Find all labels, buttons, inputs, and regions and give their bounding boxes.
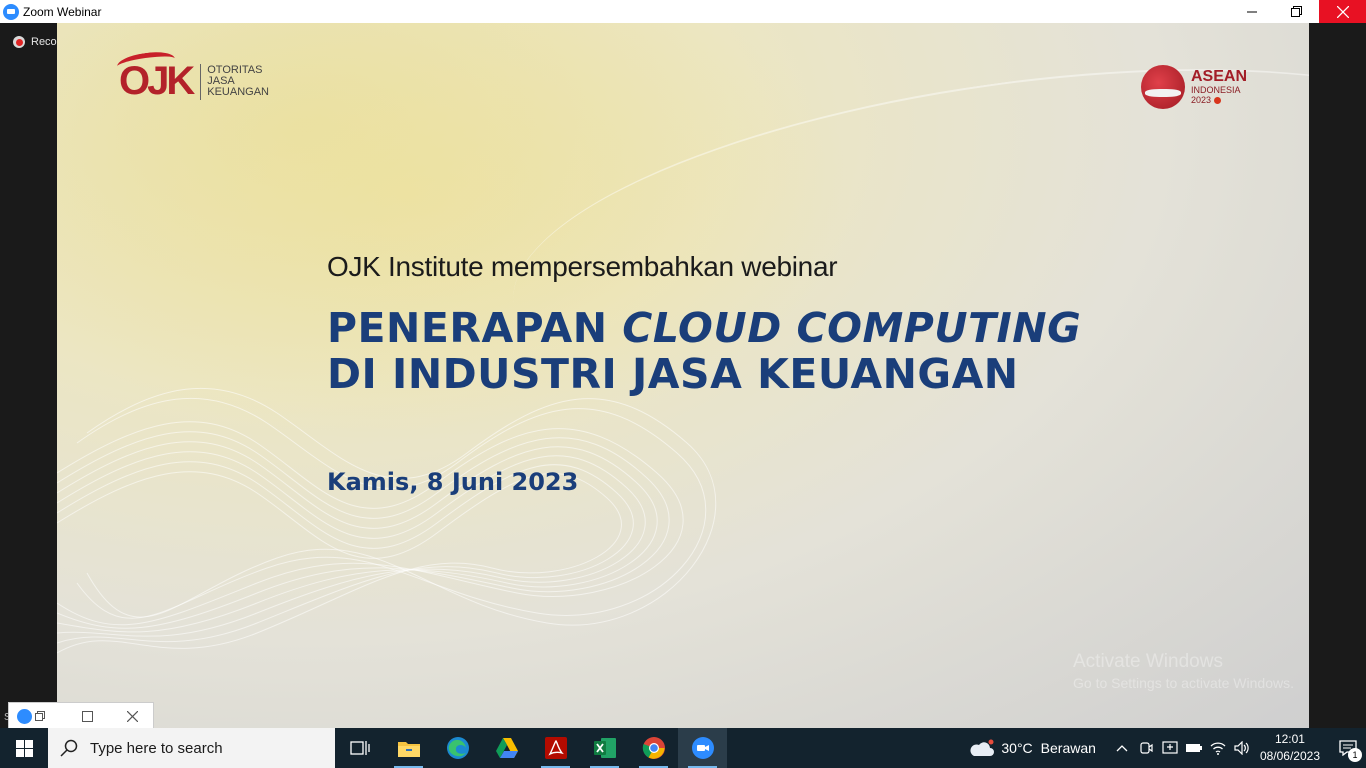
battery-icon (1185, 744, 1202, 752)
close-icon[interactable] (127, 710, 138, 722)
search-placeholder: Type here to search (90, 739, 223, 757)
system-tray: 30°C Berawan 12:01 08/06/2023 1 (969, 728, 1366, 768)
maximize-icon[interactable] (82, 710, 93, 722)
show-hidden-icons-button[interactable] (1110, 728, 1134, 768)
chrome-icon (642, 737, 665, 759)
device-icon (1162, 741, 1178, 754)
speaker-icon (1234, 741, 1249, 755)
meet-now-button[interactable] (1134, 728, 1158, 768)
window-controls (1229, 0, 1366, 23)
device-notification-button[interactable] (1158, 728, 1182, 768)
shared-screen: OJK OTORITAS JASA KEUANGAN ASEAN INDONES… (57, 23, 1309, 728)
minimize-button[interactable] (1229, 0, 1274, 23)
action-center-button[interactable]: 1 (1330, 728, 1366, 768)
restore-icon (35, 711, 45, 721)
task-view-icon (349, 741, 370, 755)
recording-icon (13, 36, 25, 48)
weather-temp: 30°C (1001, 740, 1033, 756)
zoom-icon (17, 708, 32, 724)
asean-logo-mark (1141, 65, 1185, 109)
taskbar-search-box[interactable]: Type here to search (48, 728, 335, 768)
asean-2023-logo: ASEAN INDONESIA 2023 (1141, 65, 1247, 109)
window-titlebar: Zoom Webinar (0, 0, 1366, 23)
weather-condition: Berawan (1040, 740, 1096, 756)
weather-widget[interactable]: 30°C Berawan (969, 739, 1096, 757)
chevron-up-icon (1116, 745, 1128, 752)
chrome-button[interactable] (629, 728, 678, 768)
file-explorer-icon (397, 742, 420, 757)
volume-button[interactable] (1230, 728, 1254, 768)
start-button[interactable] (0, 728, 48, 768)
taskbar-clock[interactable]: 12:01 08/06/2023 (1260, 731, 1320, 765)
network-button[interactable] (1206, 728, 1230, 768)
edge-icon (446, 737, 469, 759)
zoom-app-icon (3, 3, 19, 20)
notification-count: 1 (1348, 748, 1362, 762)
acrobat-button[interactable] (531, 728, 580, 768)
windows-logo-icon (15, 739, 33, 757)
file-explorer-button[interactable] (384, 728, 433, 768)
ojk-logo: OJK OTORITAS JASA KEUANGAN (115, 49, 269, 104)
edge-button[interactable] (433, 728, 482, 768)
slide-intro-text: OJK Institute mempersembahkan webinar (327, 251, 838, 282)
clock-time: 12:01 (1274, 732, 1305, 746)
close-button[interactable] (1319, 0, 1366, 23)
ojk-logo-mark: OJK (115, 49, 195, 104)
cloud-icon (970, 739, 995, 756)
excel-button[interactable] (580, 728, 629, 768)
ojk-logo-text: OTORITAS JASA KEUANGAN (207, 64, 269, 98)
zoom-button[interactable] (678, 728, 727, 768)
google-drive-button[interactable] (482, 728, 531, 768)
wifi-icon (1210, 742, 1226, 755)
search-icon (60, 739, 78, 757)
activate-windows-watermark: Activate Windows Go to Settings to activ… (1073, 651, 1294, 691)
restore-button[interactable] (1274, 0, 1319, 23)
google-drive-icon (495, 738, 518, 758)
battery-button[interactable] (1182, 728, 1206, 768)
slide-date: Kamis, 8 Juni 2023 (327, 468, 579, 496)
mini-video-window[interactable] (8, 702, 154, 730)
meet-now-icon (1140, 742, 1153, 754)
windows-taskbar: Type here to search 30°C Berawan 12:01 0… (0, 728, 1366, 768)
excel-icon (593, 738, 616, 758)
close-icon (1336, 5, 1349, 18)
clock-date: 08/06/2023 (1259, 749, 1320, 763)
decorative-wave-graphic (57, 387, 717, 654)
window-title: Zoom Webinar (23, 4, 102, 19)
exit-mini-button[interactable] (35, 711, 45, 721)
slide-headline: PENERAPAN CLOUD COMPUTING DI INDUSTRI JA… (327, 304, 1082, 398)
task-view-button[interactable] (335, 728, 384, 768)
minimize-icon (1246, 11, 1257, 12)
restore-icon (1291, 6, 1302, 17)
zoom-icon (691, 737, 714, 759)
acrobat-icon (544, 737, 567, 759)
